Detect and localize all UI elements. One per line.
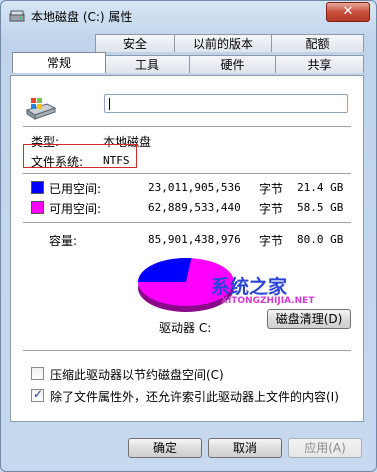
tab-strip: 安全 以前的版本 配额 常规 工具 硬件 共享 [10, 34, 364, 76]
properties-window: 本地磁盘 (C:) 属性 ✕ 安全 以前的版本 配额 常规 工具 硬件 共享 类… [0, 0, 377, 472]
compress-label: 压缩此驱动器以节约磁盘空间(C) [50, 368, 224, 382]
index-checkbox[interactable]: ✓ [31, 387, 44, 402]
separator [23, 222, 351, 224]
checkmark-icon: ✓ [33, 387, 44, 401]
free-space-swatch [31, 201, 44, 214]
text-caret [109, 98, 110, 110]
apply-button[interactable]: 应用(A) [288, 438, 362, 458]
used-space-slice [138, 258, 192, 282]
tab-security[interactable]: 安全 [95, 34, 175, 52]
capacity-unit: 字节 [259, 234, 284, 248]
cancel-button[interactable]: 取消 [208, 438, 282, 458]
tab-tools[interactable]: 工具 [104, 55, 190, 73]
separator [23, 173, 351, 175]
capacity-size: 80.0 GB [297, 233, 344, 246]
used-space-swatch [31, 181, 44, 194]
index-label: 除了文件属性外，还允许索引此驱动器上文件的内容(I) [50, 390, 339, 404]
drive-letter-label: 驱动器 C: [159, 321, 212, 335]
separator [23, 126, 351, 128]
drive-name-input[interactable] [104, 94, 348, 113]
title-bar[interactable]: 本地磁盘 (C:) 属性 ✕ [1, 1, 376, 29]
free-space-label: 可用空间: [49, 202, 102, 216]
used-space-label: 已用空间: [49, 182, 102, 196]
filesystem-label: 文件系统: [31, 155, 84, 169]
watermark-url: XITONGZHIJIA.NET [221, 296, 315, 306]
hard-drive-icon [25, 98, 57, 120]
tab-general[interactable]: 常规 [12, 52, 106, 73]
separator [23, 350, 351, 352]
tab-sharing[interactable]: 共享 [275, 55, 364, 73]
general-panel: 类型: 本地磁盘 文件系统: NTFS 已用空间: 23,011,905,536… [10, 75, 364, 422]
free-space-size: 58.5 GB [297, 201, 344, 214]
free-space-unit: 字节 [259, 202, 284, 216]
tab-quota[interactable]: 配额 [271, 34, 364, 52]
tab-hardware[interactable]: 硬件 [189, 55, 276, 73]
free-space-bytes: 62,889,533,440 [148, 201, 241, 214]
window-title: 本地磁盘 (C:) 属性 [31, 10, 133, 24]
capacity-bytes: 85,901,438,976 [148, 233, 241, 246]
close-button[interactable]: ✕ [326, 2, 370, 22]
ok-button[interactable]: 确定 [128, 438, 202, 458]
used-space-bytes: 23,011,905,536 [148, 181, 241, 194]
drive-icon [9, 10, 25, 22]
tab-previous-versions[interactable]: 以前的版本 [174, 34, 272, 52]
used-space-size: 21.4 GB [297, 181, 344, 194]
capacity-label: 容量: [49, 234, 78, 248]
disk-cleanup-button[interactable]: 磁盘清理(D) [267, 309, 351, 329]
compress-checkbox[interactable] [31, 367, 44, 380]
filesystem-value: NTFS [103, 154, 130, 167]
used-space-unit: 字节 [259, 182, 284, 196]
watermark-brand: 系统之家 [211, 276, 288, 298]
